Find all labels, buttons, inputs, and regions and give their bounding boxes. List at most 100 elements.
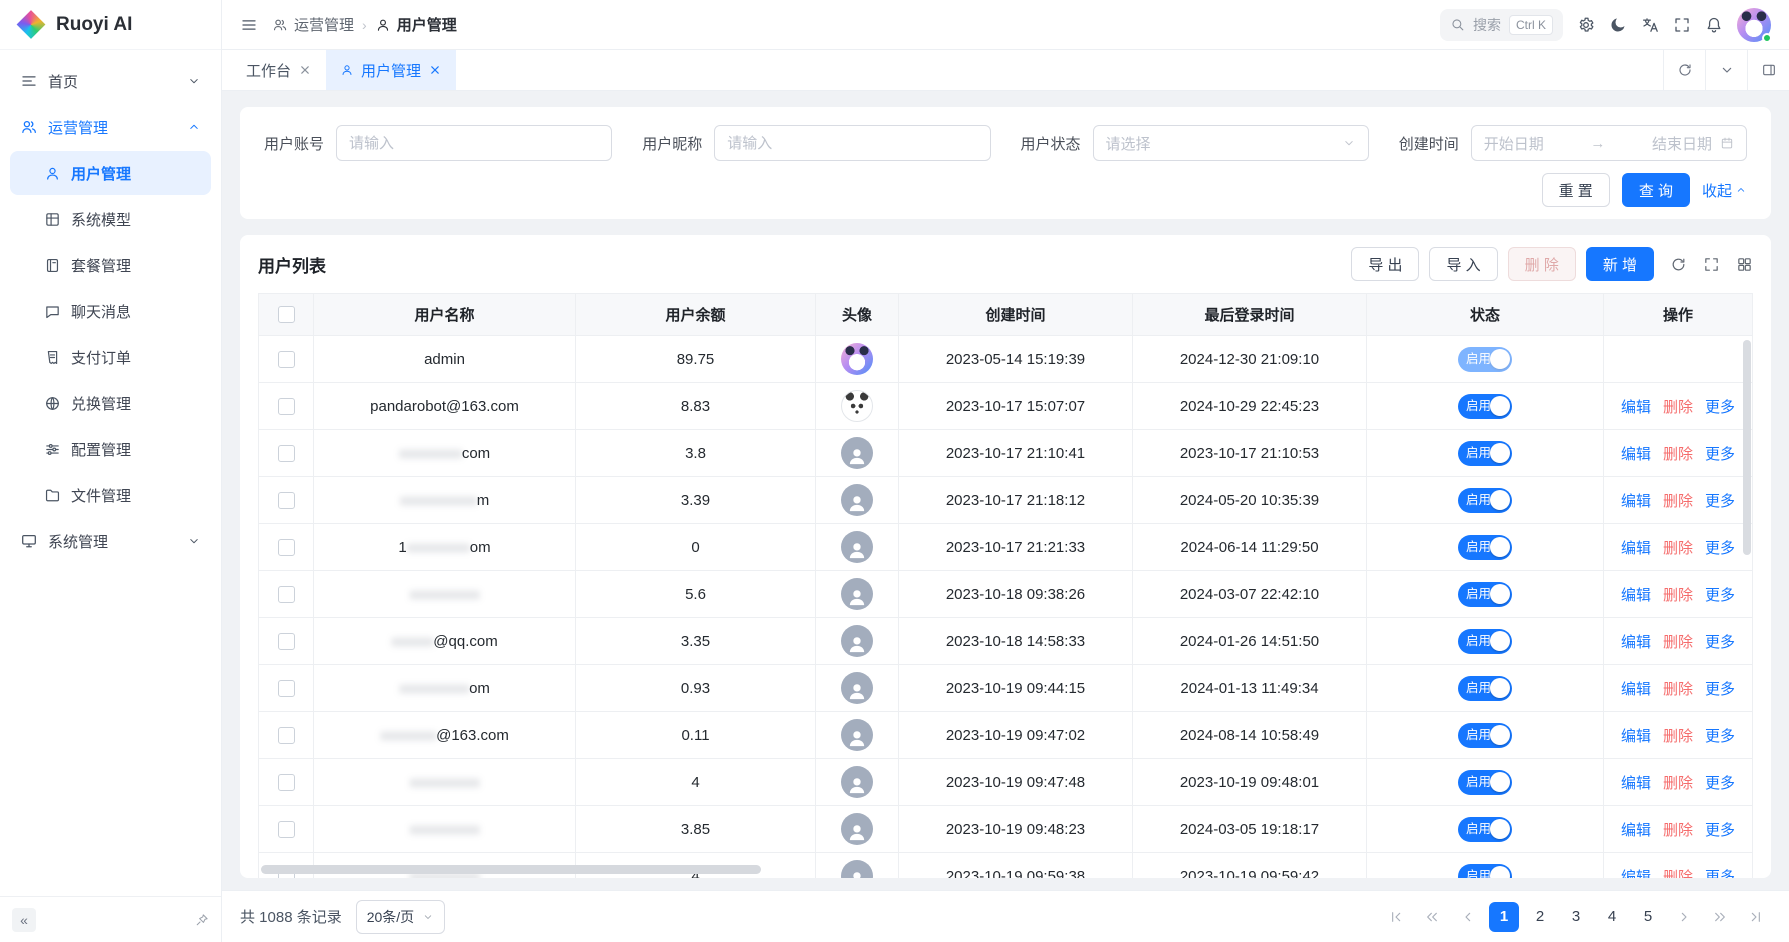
nickname-input[interactable] <box>714 125 990 161</box>
sidebar-item-config[interactable]: 配置管理 <box>10 427 211 471</box>
global-search[interactable]: 搜索 Ctrl K <box>1440 9 1563 41</box>
sidebar-item-folder[interactable]: 文件管理 <box>10 473 211 517</box>
edit-link[interactable]: 编辑 <box>1621 396 1651 417</box>
sidebar-item-chat[interactable]: 聊天消息 <box>10 289 211 333</box>
sidebar-item-user[interactable]: 用户管理 <box>10 151 211 195</box>
sidebar-group-operations[interactable]: 运营管理 <box>10 104 211 150</box>
sidebar-item-package[interactable]: 套餐管理 <box>10 243 211 287</box>
delete-link[interactable]: 删除 <box>1663 584 1693 605</box>
first-page-button[interactable] <box>1381 902 1411 932</box>
edit-link[interactable]: 编辑 <box>1621 631 1651 652</box>
sidebar-item-model[interactable]: 系统模型 <box>10 197 211 241</box>
row-checkbox[interactable] <box>278 774 295 791</box>
row-checkbox[interactable] <box>278 821 295 838</box>
status-toggle[interactable]: 启用 <box>1458 488 1512 513</box>
delete-button[interactable]: 删 除 <box>1508 247 1576 281</box>
fullscreen-icon[interactable] <box>1673 16 1691 34</box>
delete-link[interactable]: 删除 <box>1663 678 1693 699</box>
delete-link[interactable]: 删除 <box>1663 772 1693 793</box>
account-input[interactable] <box>336 125 612 161</box>
moon-icon[interactable] <box>1609 16 1627 34</box>
page-1-button[interactable]: 1 <box>1489 902 1519 932</box>
breadcrumb-operations[interactable]: 运营管理 <box>272 14 354 35</box>
delete-link[interactable]: 删除 <box>1663 819 1693 840</box>
refresh-tab-button[interactable] <box>1663 50 1705 90</box>
row-checkbox[interactable] <box>278 727 295 744</box>
user-avatar[interactable] <box>1737 8 1771 42</box>
status-toggle[interactable]: 启用 <box>1458 629 1512 654</box>
status-toggle[interactable]: 启用 <box>1458 441 1512 466</box>
delete-link[interactable]: 删除 <box>1663 396 1693 417</box>
status-toggle[interactable]: 启用 <box>1458 817 1512 842</box>
more-link[interactable]: 更多 <box>1705 584 1735 605</box>
breadcrumb-user-management[interactable]: 用户管理 <box>375 14 457 35</box>
vertical-scrollbar[interactable] <box>1743 340 1751 555</box>
row-checkbox[interactable] <box>278 586 295 603</box>
edit-link[interactable]: 编辑 <box>1621 772 1651 793</box>
more-link[interactable]: 更多 <box>1705 631 1735 652</box>
status-toggle[interactable]: 启用 <box>1458 582 1512 607</box>
row-checkbox[interactable] <box>278 680 295 697</box>
hamburger-icon[interactable] <box>240 16 258 34</box>
row-checkbox[interactable] <box>278 633 295 650</box>
query-button[interactable]: 查 询 <box>1622 173 1690 207</box>
jump-forward-button[interactable] <box>1705 902 1735 932</box>
jump-back-button[interactable] <box>1417 902 1447 932</box>
translate-icon[interactable] <box>1641 16 1659 34</box>
next-page-button[interactable] <box>1669 902 1699 932</box>
delete-link[interactable]: 删除 <box>1663 537 1693 558</box>
toggle-panel-button[interactable] <box>1747 50 1789 90</box>
row-checkbox[interactable] <box>278 398 295 415</box>
page-2-button[interactable]: 2 <box>1525 902 1555 932</box>
status-toggle[interactable]: 启用 <box>1458 347 1512 372</box>
edit-link[interactable]: 编辑 <box>1621 443 1651 464</box>
reset-button[interactable]: 重 置 <box>1542 173 1610 207</box>
edit-link[interactable]: 编辑 <box>1621 490 1651 511</box>
gear-icon[interactable] <box>1577 16 1595 34</box>
row-checkbox[interactable] <box>278 445 295 462</box>
sidebar-group-system[interactable]: 系统管理 <box>10 518 211 564</box>
bell-icon[interactable] <box>1705 16 1723 34</box>
import-button[interactable]: 导 入 <box>1429 247 1497 281</box>
edit-link[interactable]: 编辑 <box>1621 537 1651 558</box>
select-all-checkbox[interactable] <box>278 306 295 323</box>
more-link[interactable]: 更多 <box>1705 866 1735 879</box>
page-5-button[interactable]: 5 <box>1633 902 1663 932</box>
edit-link[interactable]: 编辑 <box>1621 678 1651 699</box>
collapse-link[interactable]: 收起 <box>1702 180 1747 201</box>
delete-link[interactable]: 删除 <box>1663 443 1693 464</box>
last-page-button[interactable] <box>1741 902 1771 932</box>
edit-link[interactable]: 编辑 <box>1621 819 1651 840</box>
page-4-button[interactable]: 4 <box>1597 902 1627 932</box>
page-size-select[interactable]: 20条/页 <box>356 900 445 934</box>
more-link[interactable]: 更多 <box>1705 678 1735 699</box>
more-link[interactable]: 更多 <box>1705 725 1735 746</box>
edit-link[interactable]: 编辑 <box>1621 725 1651 746</box>
tab-workbench[interactable]: 工作台 <box>232 50 326 90</box>
pin-icon[interactable] <box>195 913 209 927</box>
row-checkbox[interactable] <box>278 351 295 368</box>
add-button[interactable]: 新 增 <box>1586 247 1654 281</box>
sidebar-group-home[interactable]: 首页 <box>10 58 211 104</box>
delete-link[interactable]: 删除 <box>1663 866 1693 879</box>
more-link[interactable]: 更多 <box>1705 490 1735 511</box>
status-select[interactable]: 请选择 <box>1093 125 1369 161</box>
delete-link[interactable]: 删除 <box>1663 490 1693 511</box>
date-range-picker[interactable]: 开始日期 → 结束日期 <box>1471 125 1747 161</box>
row-checkbox[interactable] <box>278 492 295 509</box>
page-3-button[interactable]: 3 <box>1561 902 1591 932</box>
more-link[interactable]: 更多 <box>1705 396 1735 417</box>
status-toggle[interactable]: 启用 <box>1458 394 1512 419</box>
export-button[interactable]: 导 出 <box>1351 247 1419 281</box>
status-toggle[interactable]: 启用 <box>1458 676 1512 701</box>
more-link[interactable]: 更多 <box>1705 537 1735 558</box>
refresh-icon[interactable] <box>1670 256 1687 273</box>
horizontal-scrollbar[interactable] <box>261 865 761 874</box>
close-icon[interactable] <box>298 63 312 77</box>
more-link[interactable]: 更多 <box>1705 772 1735 793</box>
prev-page-button[interactable] <box>1453 902 1483 932</box>
column-settings-icon[interactable] <box>1736 256 1753 273</box>
more-link[interactable]: 更多 <box>1705 443 1735 464</box>
tab-user-management[interactable]: 用户管理 <box>326 50 456 90</box>
close-icon[interactable] <box>428 63 442 77</box>
